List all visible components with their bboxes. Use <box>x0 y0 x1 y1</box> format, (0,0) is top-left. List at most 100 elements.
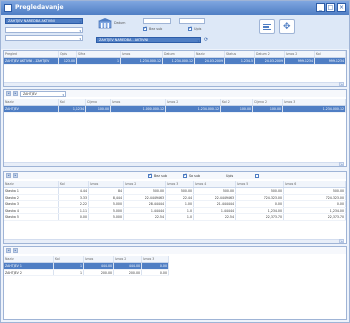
grid-1-col-header[interactable]: Status <box>225 51 255 57</box>
grid-3: Naziv Kol Iznos Iznos 2 Iznos 3 Iznos 4 … <box>4 181 346 221</box>
grid-2: Naziv Kol Cijena Iznos Iznos 2 Kol 2 Cij… <box>4 99 346 113</box>
scroll-corner-icon[interactable]: ↘ <box>339 239 344 243</box>
grid-2-toolbar: ◂ ▸ ZAHTJEV ▾ <box>4 90 346 97</box>
minimize-button[interactable]: _ <box>316 3 325 12</box>
horizontal-scrollbar[interactable] <box>4 82 340 86</box>
refresh-icon[interactable]: ⟳ <box>204 37 208 43</box>
table-cell: 4.44 <box>59 188 89 194</box>
prev-icon[interactable]: ◂ <box>6 173 11 178</box>
grid-3-toolbar: ◂ ▸ Bez sub Sa sub Upis <box>4 172 346 179</box>
prev-icon[interactable]: ◂ <box>6 248 11 253</box>
table-row[interactable]: ZAHTJEV 1,1234 100.00 1.000.000.12 1.234… <box>4 106 346 113</box>
grid-3-header: Naziv Kol Iznos Iznos 2 Iznos 3 Iznos 4 … <box>4 181 346 188</box>
table-cell: 22.54 <box>194 214 236 220</box>
grid-3-col-header[interactable]: Naziv <box>4 181 59 187</box>
grid-4: Naziv Kol Iznos Iznos 2 Iznos 3 ZAHTJEV … <box>4 256 169 276</box>
horizontal-scrollbar[interactable] <box>4 239 340 243</box>
grid-4-col-header[interactable]: Iznos <box>84 256 114 262</box>
grid-1-col-header[interactable]: Datum 2 <box>255 51 285 57</box>
scroll-corner-icon[interactable]: ↘ <box>339 82 344 86</box>
prev-icon[interactable]: ◂ <box>6 91 11 96</box>
grid-2-col-header[interactable]: Kol 2 <box>221 99 253 105</box>
grid-3-col-header[interactable]: Iznos <box>89 181 124 187</box>
grid-2-col-header[interactable]: Iznos 3 <box>283 99 346 105</box>
grid-2-col-header[interactable]: Cijena <box>86 99 111 105</box>
grid-2-dropdown-value: ZAHTJEV <box>23 91 37 96</box>
bez-sub-checkbox[interactable] <box>143 26 147 31</box>
table-cell: ZAHTJEV 2 <box>4 269 54 275</box>
chevron-down-icon: ▾ <box>79 29 81 33</box>
grid-4-col-header[interactable]: Iznos 2 <box>114 256 142 262</box>
table-cell: 100.00 <box>221 106 253 112</box>
grid-3-option-2-checkbox[interactable] <box>182 173 187 178</box>
filter-field-3[interactable]: ▾ <box>5 35 83 41</box>
grid-1-col-header[interactable]: Kol <box>315 51 346 57</box>
table-row[interactable]: Stavka 5 0.00 5.000 22.54 1.0 22.54 22,3… <box>4 214 346 221</box>
table-cell: 0.00 <box>142 269 169 275</box>
window-title: Pregledavanje <box>15 4 64 11</box>
grid-4-toolbar: ◂ ▸ <box>4 247 346 254</box>
grid-3-col-header[interactable]: Iznos 2 <box>124 181 166 187</box>
grid-2-col-header[interactable]: Iznos <box>111 99 166 105</box>
grid-1-col-header[interactable]: Naziv <box>195 51 225 57</box>
next-icon[interactable]: ▸ <box>13 248 18 253</box>
grid-1-col-header[interactable]: Datum <box>163 51 195 57</box>
grid-2-dropdown[interactable]: ZAHTJEV ▾ <box>20 90 66 97</box>
scroll-corner-icon[interactable]: ↘ <box>339 162 344 166</box>
table-row[interactable]: ZAHTJEV 2 1 200.00 200.00 0.00 <box>4 269 169 276</box>
table-cell: 999.1234 <box>285 58 315 64</box>
table-row[interactable]: ZAHTJEV AKTIVNI - ZAHTJEV 123.00 1 1.234… <box>4 58 346 65</box>
filter-field-2[interactable]: ▾ <box>5 27 83 33</box>
grid-1-col-header[interactable]: Iznos <box>121 51 163 57</box>
date-to-input[interactable] <box>179 18 205 24</box>
grid-2-col-header[interactable]: Kol <box>59 99 86 105</box>
next-icon[interactable]: ▸ <box>13 173 18 178</box>
grid-3-option-1-checkbox[interactable] <box>148 173 152 178</box>
table-cell: 500.00 <box>236 188 284 194</box>
table-cell: Stavka 5 <box>4 214 59 220</box>
grid-3-option-1-label: Bez sub <box>154 173 167 178</box>
table-cell: 1 <box>77 58 121 64</box>
table-cell: 100.00 <box>253 106 283 112</box>
next-icon[interactable]: ▸ <box>13 91 18 96</box>
table-cell: 999.1234 <box>315 58 346 64</box>
bez-sub-label: Bez sub <box>149 27 163 31</box>
grid-4-col-header[interactable]: Iznos 3 <box>142 256 169 262</box>
grid-4-col-header[interactable]: Naziv <box>4 256 54 262</box>
grid-2-col-header[interactable]: Naziv <box>4 99 59 105</box>
grid-3-col-header[interactable]: Kol <box>59 181 89 187</box>
grid-3-col-header[interactable]: Iznos 4 <box>194 181 236 187</box>
grid-1-col-header[interactable]: Opis <box>59 51 77 57</box>
table-cell: ZAHTJEV AKTIVNI - ZAHTJEV <box>4 58 59 64</box>
grid-4-col-header[interactable]: Kol <box>54 256 84 262</box>
upis-checkbox[interactable] <box>188 26 192 31</box>
chevron-down-icon: ▾ <box>79 37 81 41</box>
grid-2-col-header[interactable]: Iznos 2 <box>166 99 221 105</box>
date-from-input[interactable] <box>143 18 171 24</box>
table-cell: 444.00 <box>114 263 142 269</box>
filter-select-1[interactable]: ZAHTJEV NAREDBA AKTIVNI ▾ <box>5 18 83 24</box>
grid-3-col-header[interactable]: Iznos 5 <box>236 181 284 187</box>
expand-button[interactable]: ✥ <box>279 19 295 34</box>
close-button[interactable]: × <box>337 3 346 12</box>
list-view-button[interactable] <box>259 19 275 34</box>
grid-3-col-header[interactable]: Iznos 3 <box>166 181 194 187</box>
grid-1-col-header[interactable]: Pregled <box>4 51 59 57</box>
maximize-button[interactable]: □ <box>326 3 335 12</box>
grid-3-col-header[interactable]: Iznos 6 <box>284 181 346 187</box>
table-cell: 1.234.000.12 <box>166 106 221 112</box>
upis-label: Upis <box>194 27 202 31</box>
app-icon <box>4 4 12 12</box>
list-icon <box>263 24 271 30</box>
table-cell: 200.00 <box>114 269 142 275</box>
grid-2-col-header[interactable]: Cijena 2 <box>253 99 283 105</box>
filter-select-main[interactable]: ZAHTJEV NAREDBA - AKTIVNI ▾ <box>96 37 201 43</box>
table-cell: 24.03.2009 <box>195 58 225 64</box>
grid-1-col-header[interactable]: Sifra <box>77 51 121 57</box>
grid-1-col-header[interactable]: Iznos 2 <box>285 51 315 57</box>
table-cell: 1.234.5 <box>225 58 255 64</box>
table-cell: 21.444444 <box>194 201 236 207</box>
horizontal-scrollbar[interactable] <box>4 162 340 166</box>
table-cell: ZAHTJEV <box>4 106 59 112</box>
grid-3-option-3-checkbox[interactable] <box>255 173 260 178</box>
